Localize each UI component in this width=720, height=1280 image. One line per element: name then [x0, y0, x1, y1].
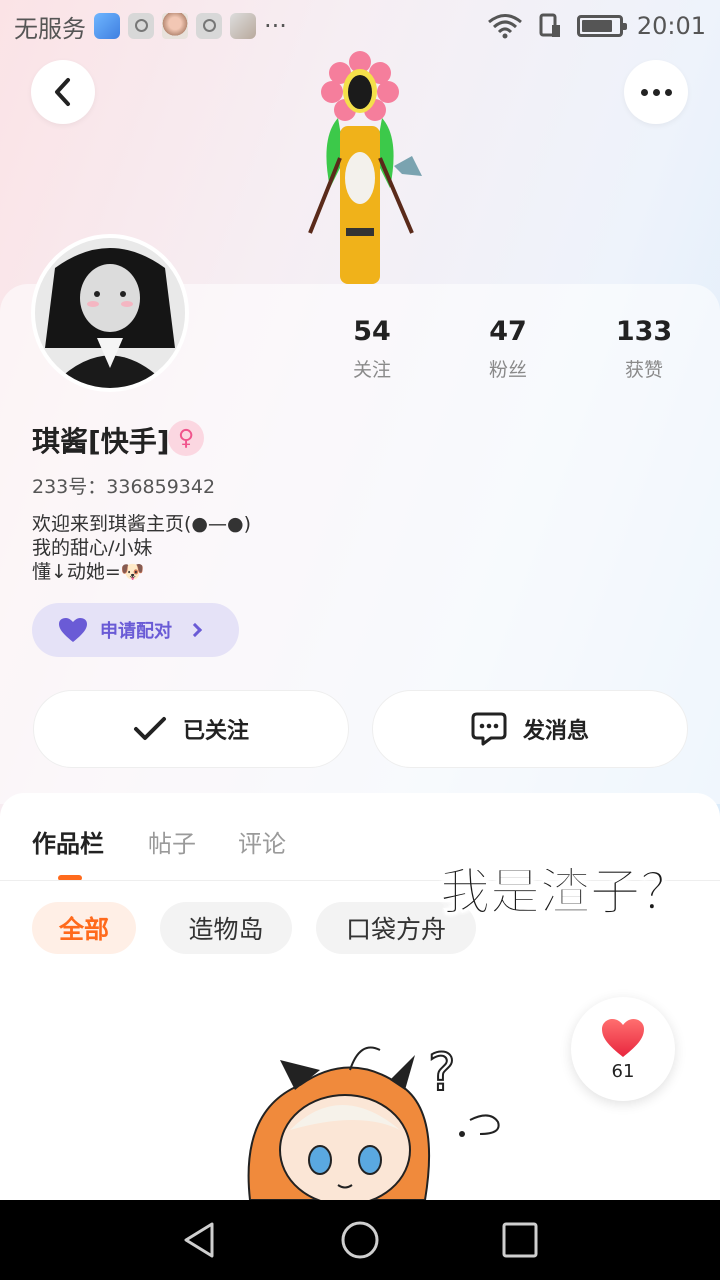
filter-all[interactable]: 全部	[32, 902, 136, 954]
stat-label: 获赞	[624, 359, 663, 381]
followed-label: 已关注	[182, 719, 249, 744]
nav-home-icon[interactable]	[338, 1218, 382, 1262]
tab-posts[interactable]: 帖子	[148, 824, 196, 859]
status-bar: 无服务 ··· 20:01	[0, 0, 720, 52]
stat-value: 133	[615, 316, 673, 347]
clock: 20:01	[636, 12, 706, 40]
tab-comments[interactable]: 评论	[238, 824, 286, 859]
system-navigation-bar	[0, 1200, 720, 1280]
svg-text:?: ?	[428, 1043, 456, 1103]
heart-icon	[59, 618, 87, 642]
user-id[interactable]: 233号：336859342	[32, 472, 215, 499]
stat-label: 关注	[352, 359, 391, 381]
stat-likes[interactable]: 133 获赞	[584, 316, 704, 382]
username: 琪酱[快手]	[32, 425, 170, 458]
gender-female-icon: ♀	[168, 420, 204, 456]
bio-line: 懂↓动她=🐶	[32, 561, 145, 583]
back-button[interactable]	[31, 60, 95, 124]
check-icon	[133, 717, 166, 740]
bio-line: 欢迎来到琪酱主页(●—●)	[32, 513, 251, 535]
more-button[interactable]	[624, 60, 688, 124]
send-message-button[interactable]: 发消息	[372, 690, 688, 768]
stat-followers[interactable]: 47 粉丝	[448, 316, 568, 382]
apply-pair-label: 申请配对	[100, 621, 172, 642]
battery-icon	[576, 15, 627, 37]
like-count: 61	[611, 1060, 635, 1082]
stat-value: 54	[353, 316, 391, 347]
avatar-image	[35, 238, 185, 388]
heart-icon	[602, 1018, 644, 1057]
app-notification-icon	[94, 13, 120, 39]
carrier-label: 无服务	[14, 14, 86, 43]
more-notifications: ···	[264, 12, 287, 40]
more-dots-icon	[640, 88, 672, 96]
nav-back-icon[interactable]	[178, 1218, 222, 1262]
stat-value: 47	[489, 316, 527, 347]
overlay-caption: 我是渣子？	[440, 863, 691, 922]
chevron-right-icon	[187, 622, 203, 638]
stat-following[interactable]: 54 关注	[312, 316, 432, 382]
search-notification-icon	[128, 13, 154, 39]
avatar-notification-icon	[162, 13, 188, 39]
avatar-figure-image	[308, 51, 422, 284]
stat-label: 粉丝	[488, 359, 527, 381]
avatar[interactable]	[31, 234, 189, 392]
cartoon-sticker-image: ?	[247, 1042, 500, 1200]
followed-button[interactable]: 已关注	[33, 690, 349, 768]
nav-recents-icon[interactable]	[498, 1218, 542, 1262]
tab-works[interactable]: 作品栏	[32, 824, 104, 859]
send-message-label: 发消息	[522, 719, 589, 744]
filter-creation-island[interactable]: 造物岛	[160, 902, 292, 954]
bio-line: 我的甜心/小妹	[32, 537, 153, 559]
chevron-left-icon	[55, 78, 70, 106]
like-button[interactable]: 61	[571, 997, 675, 1101]
chat-bubble-icon	[471, 712, 507, 746]
bio: 欢迎来到琪酱主页(●—●) 我的甜心/小妹 懂↓动她=🐶	[32, 512, 251, 584]
sim-icon	[539, 13, 560, 37]
search-notification-icon-2	[196, 13, 222, 39]
apply-pair-button[interactable]: 申请配对	[32, 603, 239, 657]
image-notification-icon	[230, 13, 256, 39]
wifi-icon	[487, 14, 522, 39]
